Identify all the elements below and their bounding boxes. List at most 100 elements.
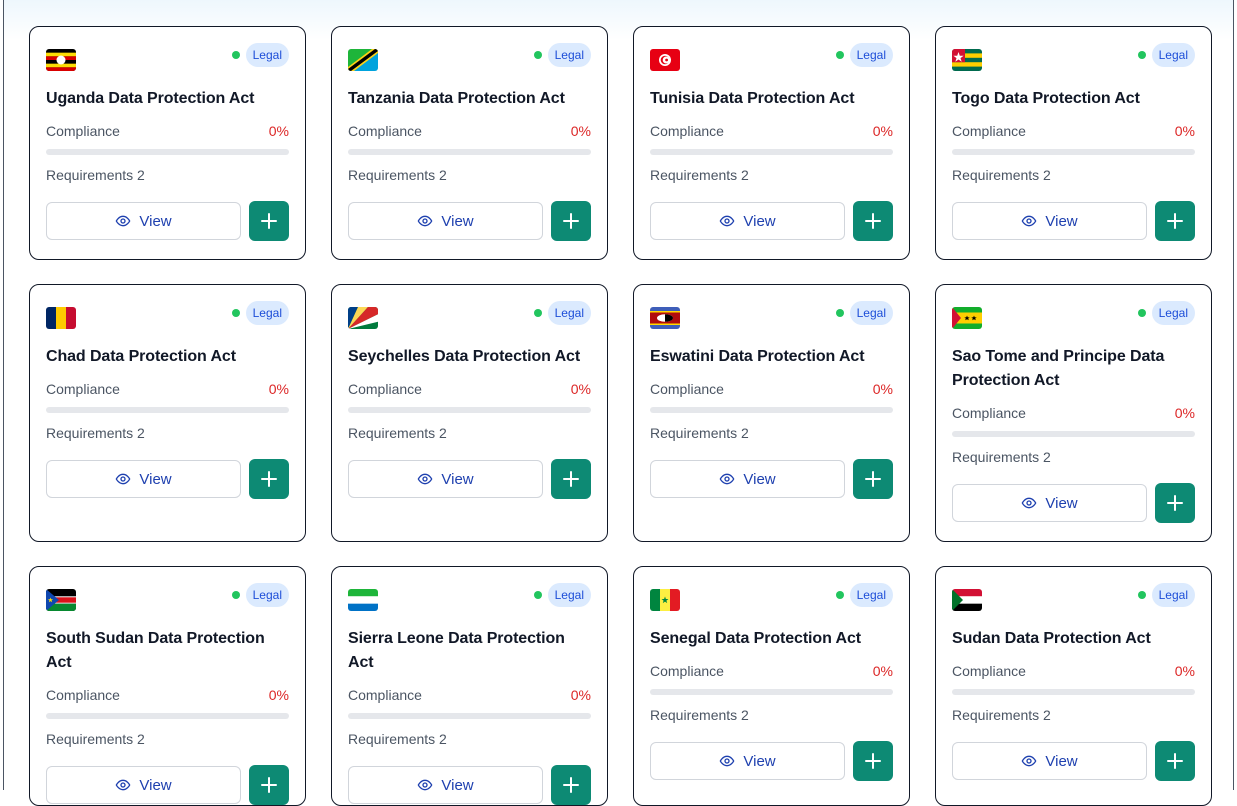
compliance-percent: 0% [570,123,591,139]
compliance-label: Compliance [650,663,724,679]
add-button[interactable] [853,741,893,781]
status-indicator: Legal [1137,301,1195,325]
compliance-percent: 0% [872,663,893,679]
card-title: Tanzania Data Protection Act [348,90,565,107]
senegal-flag-icon [650,589,680,611]
regulation-card: Legal South Sudan Data Protection Act Co… [29,566,306,806]
status-dot [231,591,240,599]
compliance-progress-bar [348,407,591,413]
status-indicator: Legal [835,583,893,607]
plus-icon [1167,213,1183,229]
add-button[interactable] [853,459,893,499]
add-button[interactable] [551,765,591,805]
sierra-leone-flag-icon [348,589,378,611]
compliance-percent: 0% [872,123,893,139]
regulation-card: Legal Uganda Data Protection Act Complia… [29,26,306,260]
card-title: Sao Tome and Principe Data Protection Ac… [952,348,1165,389]
regulation-card: Legal Eswatini Data Protection Act Compl… [633,284,910,542]
view-button[interactable]: View [348,766,543,804]
plus-icon [261,471,277,487]
view-button[interactable]: View [650,742,845,780]
view-button[interactable]: View [650,460,845,498]
compliance-progress-bar [46,149,289,155]
add-button[interactable] [551,459,591,499]
eye-icon [1021,755,1037,767]
status-dot [1137,51,1146,59]
compliance-label: Compliance [46,381,120,397]
togo-flag-icon [952,49,982,71]
category-badge: Legal [547,43,591,67]
category-badge: Legal [1151,301,1195,325]
view-button[interactable]: View [952,484,1147,522]
sudan-flag-icon [952,589,982,611]
view-button[interactable]: View [348,202,543,240]
compliance-label: Compliance [348,123,422,139]
compliance-label: Compliance [650,123,724,139]
regulation-card: Legal Tunisia Data Protection Act Compli… [633,26,910,260]
compliance-progress-bar [348,713,591,719]
eye-icon [1021,497,1037,509]
category-badge: Legal [245,583,289,607]
category-badge: Legal [849,301,893,325]
add-button[interactable] [249,201,289,241]
status-indicator: Legal [533,301,591,325]
view-button[interactable]: View [46,460,241,498]
compliance-label: Compliance [348,381,422,397]
category-badge: Legal [849,43,893,67]
plus-icon [865,753,881,769]
card-title: Uganda Data Protection Act [46,90,255,107]
eye-icon [1021,215,1037,227]
compliance-progress-bar [952,149,1195,155]
add-button[interactable] [1155,483,1195,523]
compliance-label: Compliance [46,687,120,703]
eye-icon [115,215,131,227]
add-button[interactable] [1155,741,1195,781]
requirements-count: Requirements 2 [46,731,145,747]
category-badge: Legal [245,301,289,325]
eye-icon [719,473,735,485]
regulation-card: Legal Sierra Leone Data Protection Act C… [331,566,608,806]
status-indicator: Legal [835,301,893,325]
plus-icon [563,471,579,487]
category-badge: Legal [547,301,591,325]
plus-icon [261,213,277,229]
view-button-label: View [441,470,474,488]
view-button[interactable]: View [650,202,845,240]
view-button[interactable]: View [46,766,241,804]
status-indicator: Legal [231,43,289,67]
view-button[interactable]: View [952,742,1147,780]
view-button[interactable]: View [348,460,543,498]
view-button[interactable]: View [952,202,1147,240]
eye-icon [417,215,433,227]
category-badge: Legal [547,583,591,607]
card-title: South Sudan Data Protection Act [46,630,265,671]
view-button[interactable]: View [46,202,241,240]
add-button[interactable] [551,201,591,241]
status-dot [533,309,542,317]
add-button[interactable] [249,765,289,805]
compliance-progress-bar [650,407,893,413]
view-button-label: View [1045,212,1078,230]
add-button[interactable] [249,459,289,499]
compliance-progress-bar [46,713,289,719]
status-dot [533,51,542,59]
compliance-percent: 0% [1174,405,1195,421]
status-dot [1137,309,1146,317]
requirements-count: Requirements 2 [348,425,447,441]
add-button[interactable] [1155,201,1195,241]
card-title: Sierra Leone Data Protection Act [348,630,565,671]
compliance-percent: 0% [570,381,591,397]
regulation-card: Legal Sao Tome and Principe Data Protect… [935,284,1212,542]
requirements-count: Requirements 2 [650,425,749,441]
compliance-percent: 0% [570,687,591,703]
status-indicator: Legal [231,583,289,607]
add-button[interactable] [853,201,893,241]
compliance-label: Compliance [952,405,1026,421]
compliance-progress-bar [348,149,591,155]
category-badge: Legal [849,583,893,607]
view-button-label: View [1045,752,1078,770]
status-dot [231,51,240,59]
view-button-label: View [743,212,776,230]
compliance-progress-bar [650,689,893,695]
view-button-label: View [139,776,172,794]
